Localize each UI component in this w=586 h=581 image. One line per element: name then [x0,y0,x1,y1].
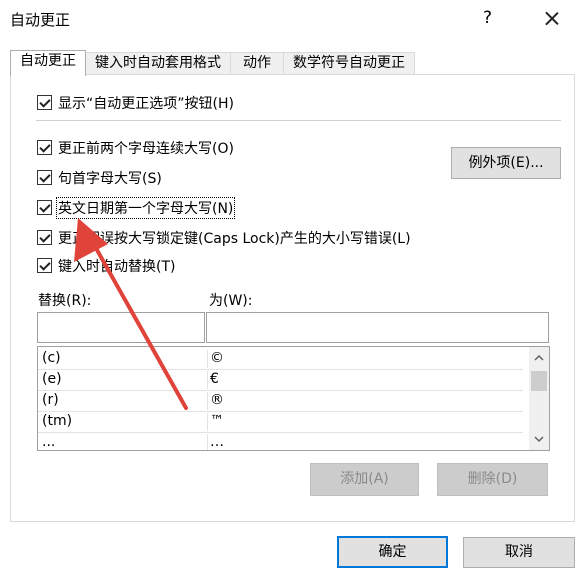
tab-autocorrect[interactable]: 自动更正 [10,50,86,76]
annotation-arrow-icon [74,218,188,410]
